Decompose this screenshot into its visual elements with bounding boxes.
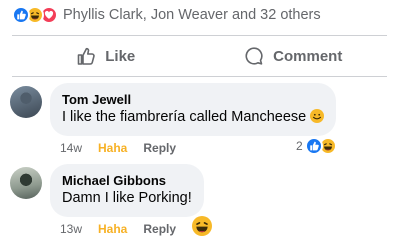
reaction-count: 2 bbox=[296, 139, 303, 153]
comment-author[interactable]: Tom Jewell bbox=[62, 91, 324, 108]
reaction-icons bbox=[12, 6, 58, 24]
reactors-text[interactable]: Phyllis Clark, Jon Weaver and 32 others bbox=[63, 7, 321, 23]
comment-text: Damn I like Porking! bbox=[62, 190, 192, 206]
like-icon bbox=[304, 137, 323, 155]
comment-author[interactable]: Michael Gibbons bbox=[62, 172, 192, 189]
comment-time[interactable]: 13w bbox=[60, 222, 82, 236]
comment-bubble: Tom Jewell I like the fiambrería called … bbox=[50, 83, 337, 136]
reply-link[interactable]: Reply bbox=[143, 222, 176, 236]
grinning-emoji-icon bbox=[310, 109, 325, 123]
comment-button[interactable]: Comment bbox=[200, 36, 388, 76]
like-button[interactable]: Like bbox=[12, 36, 200, 76]
comment-text-content: I like the fiambrería called Mancheese bbox=[62, 109, 307, 125]
comment-label: Comment bbox=[273, 47, 343, 65]
comment-meta: 13w Haha Reply bbox=[60, 220, 389, 238]
comment-bubble: Michael Gibbons Damn I like Porking! bbox=[50, 164, 204, 217]
thumbs-up-icon bbox=[76, 46, 96, 66]
reactions-summary[interactable]: Phyllis Clark, Jon Weaver and 32 others bbox=[12, 4, 321, 26]
comment-icon bbox=[244, 46, 264, 66]
comment-time[interactable]: 14w bbox=[60, 141, 82, 155]
comment-body: Michael Gibbons Damn I like Porking! 13w… bbox=[50, 164, 389, 238]
comment-meta: 14w Haha Reply bbox=[60, 139, 389, 157]
haha-reaction-link[interactable]: Haha bbox=[98, 141, 127, 155]
like-label: Like bbox=[105, 47, 136, 65]
post-actions: Like Comment bbox=[12, 36, 387, 76]
comment-text: I like the fiambrería called Mancheese bbox=[62, 108, 325, 127]
avatar[interactable] bbox=[10, 86, 42, 118]
comment-body: Tom Jewell I like the fiambrería called … bbox=[50, 83, 389, 157]
divider bbox=[12, 76, 387, 77]
reply-link[interactable]: Reply bbox=[143, 141, 176, 155]
avatar[interactable] bbox=[10, 167, 42, 199]
comment-reaction-count[interactable]: 2 bbox=[296, 137, 337, 155]
like-icon bbox=[12, 6, 30, 24]
haha-reaction-link[interactable]: Haha bbox=[98, 222, 127, 236]
haha-icon[interactable] bbox=[192, 216, 212, 236]
